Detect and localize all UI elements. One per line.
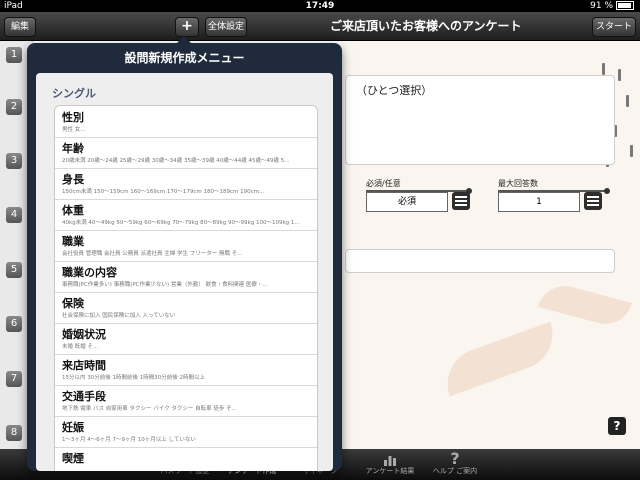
question-number[interactable]: 6 [6,316,22,332]
settings-button[interactable]: 全体設定 [205,17,247,37]
item-desc: 未婚 既婚 そ... [62,344,99,350]
option-input-box[interactable] [345,249,615,273]
item-title: 性別 [62,111,84,124]
list-item[interactable]: 交通手段 地下鉄 電車 バス 自家用車 タクシー バイク タクシー 自転車 徒歩… [55,385,317,417]
list-item[interactable]: 妊娠 1〜3ヶ月 4〜6ヶ月 7〜9ヶ月 10ヶ月以上 していない [55,416,317,448]
tab-label: アンケート結果 [365,467,415,475]
item-desc: 会社役員 管理職 会社員 公務員 派遣社員 主婦 学生 フリーター 無職 そ..… [62,251,243,257]
item-desc: 15分以内 30分前後 1時間前後 1時間30分前後 2時間以上 [62,375,205,381]
max-answers-field[interactable]: 1 [498,192,580,212]
question-detail-pane: （ひとつ選択） 必須/任意 必須 最大回答数 1 ? [340,41,640,449]
question-number[interactable]: 7 [6,371,22,387]
list-item[interactable]: 性別 男性 女... [55,106,317,138]
list-item[interactable]: 職業 会社役員 管理職 会社員 公務員 派遣社員 主婦 学生 フリーター 無職 … [55,230,317,262]
required-label: 必須/任意 [366,179,401,188]
item-title: 保険 [62,297,84,310]
tab-survey-results[interactable]: アンケート結果 [360,449,420,480]
item-title: 体重 [62,204,84,217]
item-desc: 150cm未満 150〜159cm 160〜169cm 170〜179cm 18… [62,189,265,195]
battery-indicator: 91 % [590,0,634,12]
item-title: 交通手段 [62,390,106,403]
item-title: 職業の内容 [62,266,117,279]
navigation-bar: 編集 + 全体設定 ご来店頂いたお客様へのアンケート スタート [0,12,640,41]
tab-label: ヘルプ ご案内 [432,467,478,475]
calculator-icon[interactable] [584,192,602,210]
chart-icon [384,456,396,466]
item-desc: 事務職(PC作業多い) 事務職(PC作業少ない) 営業（外勤） 飲食・食料関連 … [62,282,268,288]
item-desc: 地下鉄 電車 バス 自家用車 タクシー バイク タクシー 自転車 徒歩 そ... [62,406,237,412]
list-item[interactable]: 来店時間 15分以内 30分前後 1時間前後 1時間30分前後 2時間以上 [55,354,317,386]
max-answers-label: 最大回答数 [498,179,538,188]
item-desc: 1〜3ヶ月 4〜6ヶ月 7〜9ヶ月 10ヶ月以上 していない [62,437,196,443]
question-text: （ひとつ選択） [356,84,433,97]
item-title: 年齢 [62,142,84,155]
question-text-box[interactable]: （ひとつ選択） [345,75,615,165]
list-item[interactable]: 職業の内容 事務職(PC作業多い) 事務職(PC作業少ない) 営業（外勤） 飲食… [55,261,317,293]
clock: 17:49 [305,1,335,11]
template-list: 性別 男性 女... 年齢 20歳未満 20歳〜24歳 25歳〜29歳 30歳〜… [54,105,318,471]
question-number[interactable]: 4 [6,207,22,223]
list-item[interactable]: 婚姻状況 未婚 既婚 そ... [55,323,317,355]
list-item[interactable]: 体重 40kg未満 40〜49kg 50〜59kg 60〜69kg 70〜79k… [55,199,317,231]
page-title: ご来店頂いたお客様へのアンケート [330,19,522,33]
list-item[interactable]: 年齢 20歳未満 20歳〜24歳 25歳〜29歳 30歳〜34歳 35歳〜39歳… [55,137,317,169]
item-title: 身長 [62,173,84,186]
list-item[interactable]: 喫煙 [55,447,317,471]
popover-content: シングル 性別 男性 女... 年齢 20歳未満 20歳〜24歳 25歳〜29歳… [36,73,333,471]
status-bar: iPad 17:49 91 % [0,0,640,12]
new-question-popover: 設問新規作成メニュー シングル 性別 男性 女... 年齢 20歳未満 20歳〜… [27,43,342,471]
tab-help[interactable]: ? ヘルプ ご案内 [425,449,485,480]
question-number[interactable]: 5 [6,262,22,278]
section-header-single: シングル [52,87,96,100]
max-slider-knob[interactable] [604,188,610,194]
required-field[interactable]: 必須 [366,192,448,212]
item-desc: 20歳未満 20歳〜24歳 25歳〜29歳 30歳〜34歳 35歳〜39歳 40… [62,158,290,164]
item-desc: 社会保険に加入 国民保険に加入 入っていない [62,313,176,319]
question-number[interactable]: 1 [6,47,22,63]
background-leaf [437,321,563,397]
add-question-button[interactable]: + [175,17,199,37]
item-title: 職業 [62,235,84,248]
question-number[interactable]: 3 [6,153,22,169]
battery-icon [616,1,634,10]
help-icon: ? [450,449,460,468]
item-desc: 40kg未満 40〜49kg 50〜59kg 60〜69kg 70〜79kg 8… [62,220,300,226]
background-leaf [537,279,633,331]
item-desc: 男性 女... [62,127,86,133]
item-title: 妊娠 [62,421,84,434]
question-number[interactable]: 2 [6,99,22,115]
start-button[interactable]: スタート [592,17,636,37]
edit-button[interactable]: 編集 [4,17,36,37]
list-item[interactable]: 身長 150cm未満 150〜159cm 160〜169cm 170〜179cm… [55,168,317,200]
calculator-icon[interactable] [452,192,470,210]
battery-text: 91 % [590,1,613,11]
popover-title: 設問新規作成メニュー [124,51,245,65]
help-button[interactable]: ? [608,417,626,435]
item-title: 婚姻状況 [62,328,106,341]
question-number[interactable]: 8 [6,425,22,441]
item-title: 来店時間 [62,359,106,372]
item-title: 喫煙 [62,452,84,465]
list-item[interactable]: 保険 社会保険に加入 国民保険に加入 入っていない [55,292,317,324]
